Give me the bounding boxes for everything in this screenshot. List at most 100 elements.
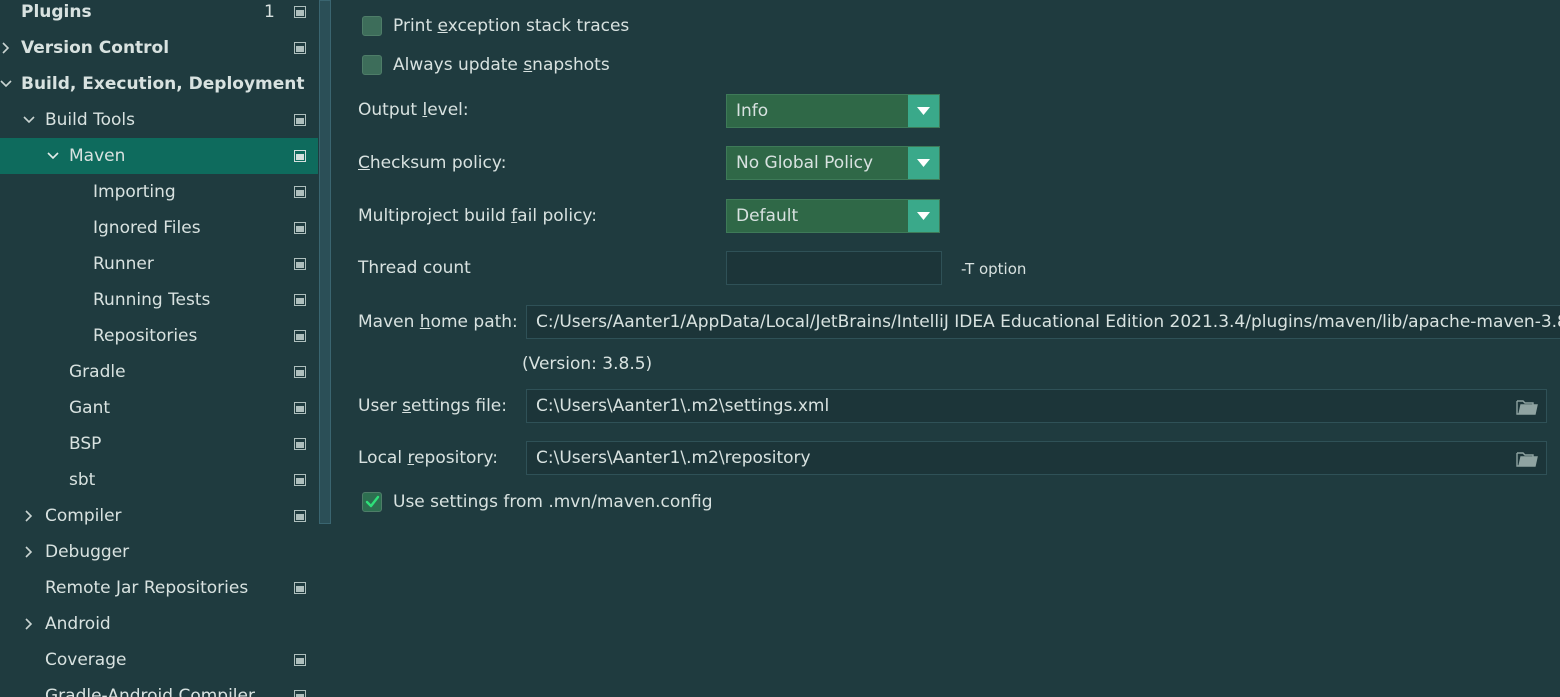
fail-policy-value: Default — [736, 206, 799, 226]
project-settings-icon — [294, 294, 306, 306]
tree-item-sbt[interactable]: sbt — [0, 462, 318, 498]
project-settings-icon — [294, 654, 306, 666]
local-repository-input[interactable]: C:\Users\Aanter1\.m2\repository — [526, 441, 1547, 475]
tree-item-label: Maven — [69, 146, 126, 166]
tree-item-coverage[interactable]: Coverage — [0, 642, 318, 678]
user-settings-file-label: User settings file: — [358, 396, 507, 416]
fail-policy-label: Multiproject build fail policy: — [358, 206, 597, 226]
local-repository-label: Local repository: — [358, 448, 498, 468]
tree-item-label: Coverage — [45, 650, 127, 670]
checkmark-icon — [365, 495, 380, 508]
tree-item-label: Plugins — [21, 2, 92, 22]
project-settings-icon — [294, 330, 306, 342]
tree-item-running-tests[interactable]: Running Tests — [0, 282, 318, 318]
folder-browse-icon[interactable] — [1516, 398, 1538, 416]
output-level-label: Output level: — [358, 100, 469, 120]
tree-item-runner[interactable]: Runner — [0, 246, 318, 282]
sidebar-scrollbar-thumb[interactable] — [319, 0, 331, 524]
print-stack-traces-checkbox[interactable] — [362, 16, 382, 36]
print-stack-traces-label[interactable]: Print exception stack traces — [393, 16, 629, 36]
tree-item-debugger[interactable]: Debugger — [0, 534, 318, 570]
plugins-update-count: 1 — [264, 2, 275, 22]
tree-item-ignored-files[interactable]: Ignored Files — [0, 210, 318, 246]
chevron-down-icon[interactable] — [47, 150, 59, 162]
tree-item-importing[interactable]: Importing — [0, 174, 318, 210]
project-settings-icon — [294, 114, 306, 126]
tree-item-label: Build, Execution, Deployment — [21, 74, 305, 94]
tree-item-version-control[interactable]: Version Control — [0, 30, 318, 66]
tree-item-plugins[interactable]: Plugins 1 — [0, 0, 318, 30]
tree-item-android[interactable]: Android — [0, 606, 318, 642]
maven-home-path-input[interactable]: C:/Users/Aanter1/AppData/Local/JetBrains… — [526, 305, 1560, 339]
folder-browse-icon[interactable] — [1516, 450, 1538, 468]
tree-item-label: Gradle — [69, 362, 126, 382]
output-level-select[interactable]: Info — [726, 94, 940, 128]
tree-item-label: Debugger — [45, 542, 130, 562]
chevron-down-icon[interactable] — [0, 78, 12, 90]
tree-item-repositories[interactable]: Repositories — [0, 318, 318, 354]
tree-item-gradle-android-compiler[interactable]: Gradle-Android Compiler — [0, 678, 318, 697]
project-settings-icon — [294, 690, 306, 697]
project-settings-icon — [294, 42, 306, 54]
checksum-policy-label: Checksum policy: — [358, 153, 507, 173]
fail-policy-select[interactable]: Default — [726, 199, 940, 233]
tree-item-build-tools[interactable]: Build Tools — [0, 102, 318, 138]
maven-version-label: (Version: 3.8.5) — [522, 354, 653, 374]
dropdown-arrow-icon[interactable] — [908, 147, 939, 179]
maven-home-path-label: Maven home path: — [358, 312, 518, 332]
project-settings-icon — [294, 150, 306, 162]
user-settings-file-value: C:\Users\Aanter1\.m2\settings.xml — [536, 396, 830, 416]
settings-tree: Plugins 1 Version Control Build, Executi… — [0, 0, 318, 697]
use-mvn-config-checkbox[interactable] — [362, 492, 382, 512]
project-settings-icon — [294, 222, 306, 234]
chevron-down-icon[interactable] — [23, 114, 35, 126]
project-settings-icon — [294, 186, 306, 198]
chevron-right-icon[interactable] — [23, 546, 35, 558]
tree-item-label: Ignored Files — [93, 218, 201, 238]
tree-item-label: Importing — [93, 182, 176, 202]
always-update-snapshots-checkbox[interactable] — [362, 55, 382, 75]
tree-item-remote-jar-repositories[interactable]: Remote Jar Repositories — [0, 570, 318, 606]
tree-item-label: Runner — [93, 254, 154, 274]
tree-item-gant[interactable]: Gant — [0, 390, 318, 426]
output-level-value: Info — [736, 101, 769, 121]
project-settings-icon — [294, 6, 306, 18]
tree-item-maven[interactable]: Maven — [0, 138, 318, 174]
dropdown-arrow-icon[interactable] — [908, 95, 939, 127]
maven-settings-panel: Print exception stack traces Always upda… — [332, 0, 1560, 697]
tree-item-label: Gant — [69, 398, 111, 418]
chevron-right-icon[interactable] — [0, 42, 12, 54]
always-update-snapshots-label[interactable]: Always update snapshots — [393, 55, 610, 75]
tree-item-compiler[interactable]: Compiler — [0, 498, 318, 534]
tree-item-label: Android — [45, 614, 111, 634]
project-settings-icon — [294, 366, 306, 378]
use-mvn-config-label[interactable]: Use settings from .mvn/maven.config — [393, 492, 713, 512]
tree-item-label: Repositories — [93, 326, 198, 346]
project-settings-icon — [294, 582, 306, 594]
tree-item-gradle[interactable]: Gradle — [0, 354, 318, 390]
checksum-policy-select[interactable]: No Global Policy — [726, 146, 940, 180]
project-settings-icon — [294, 402, 306, 414]
thread-count-hint: -T option — [961, 260, 1027, 278]
tree-item-label: sbt — [69, 470, 96, 490]
tree-item-label: Build Tools — [45, 110, 135, 130]
project-settings-icon — [294, 510, 306, 522]
maven-home-path-value: C:/Users/Aanter1/AppData/Local/JetBrains… — [536, 312, 1560, 332]
tree-item-label: Remote Jar Repositories — [45, 578, 249, 598]
thread-count-input[interactable] — [726, 251, 942, 285]
thread-count-label: Thread count — [358, 258, 471, 278]
chevron-right-icon[interactable] — [23, 618, 35, 630]
tree-item-label: Running Tests — [93, 290, 211, 310]
chevron-right-icon[interactable] — [23, 510, 35, 522]
dropdown-arrow-icon[interactable] — [908, 200, 939, 232]
tree-item-label: Gradle-Android Compiler — [45, 686, 255, 697]
tree-item-label: Version Control — [21, 38, 170, 58]
checksum-policy-value: No Global Policy — [736, 153, 874, 173]
project-settings-icon — [294, 258, 306, 270]
project-settings-icon — [294, 438, 306, 450]
tree-item-label: Compiler — [45, 506, 122, 526]
user-settings-file-input[interactable]: C:\Users\Aanter1\.m2\settings.xml — [526, 389, 1547, 423]
tree-item-build-execution-deployment[interactable]: Build, Execution, Deployment — [0, 66, 318, 102]
project-settings-icon — [294, 474, 306, 486]
tree-item-bsp[interactable]: BSP — [0, 426, 318, 462]
